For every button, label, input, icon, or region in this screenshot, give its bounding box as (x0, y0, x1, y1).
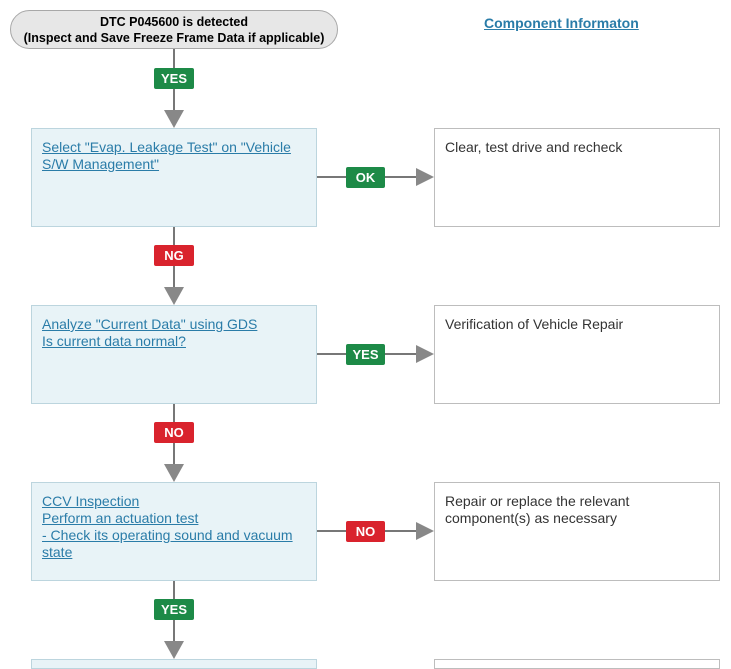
step-link-line[interactable]: state (42, 544, 306, 561)
result-clear-test-drive: Clear, test drive and recheck (434, 128, 720, 227)
arrowhead (164, 110, 184, 128)
result-repair-replace-component: Repair or replace the relevant component… (434, 482, 720, 581)
step-analyze-current-data[interactable]: Analyze "Current Data" using GDS Is curr… (31, 305, 317, 404)
step-link-line[interactable]: Select "Evap. Leakage Test" on "Vehicle (42, 139, 306, 156)
step-ccv-inspection[interactable]: CCV Inspection Perform an actuation test… (31, 482, 317, 581)
result-text: component(s) as necessary (445, 510, 617, 526)
result-verification-vehicle-repair: Verification of Vehicle Repair (434, 305, 720, 404)
arrowhead (416, 345, 434, 363)
ok-badge: OK (346, 167, 385, 188)
arrowhead (416, 168, 434, 186)
ng-badge: NG (154, 245, 194, 266)
step-link-line[interactable]: CCV Inspection (42, 493, 306, 510)
yes-badge: YES (154, 599, 194, 620)
step-link-line[interactable]: Is current data normal? (42, 333, 306, 350)
step-link-line[interactable]: Analyze "Current Data" using GDS (42, 316, 306, 333)
step-link-line[interactable]: S/W Management" (42, 156, 306, 173)
result-text: Repair or replace the relevant (445, 493, 630, 509)
yes-badge: YES (346, 344, 385, 365)
step-next-partial (31, 659, 317, 669)
start-node: DTC P045600 is detected (Inspect and Sav… (10, 10, 338, 49)
step-link-line[interactable]: - Check its operating sound and vacuum (42, 527, 306, 544)
component-information-link[interactable]: Component Informaton (484, 15, 639, 31)
result-text: Clear, test drive and recheck (445, 139, 623, 155)
result-text: Verification of Vehicle Repair (445, 316, 624, 332)
start-subtitle: (Inspect and Save Freeze Frame Data if a… (23, 30, 325, 45)
no-badge: NO (154, 422, 194, 443)
no-badge: NO (346, 521, 385, 542)
arrowhead (164, 287, 184, 305)
step-evap-leakage-test[interactable]: Select "Evap. Leakage Test" on "Vehicle … (31, 128, 317, 227)
step-link-line[interactable]: Perform an actuation test (42, 510, 306, 527)
arrowhead (416, 522, 434, 540)
result-next-partial (434, 659, 720, 669)
arrowhead (164, 641, 184, 659)
start-title: DTC P045600 is detected (100, 14, 248, 29)
yes-badge: YES (154, 68, 194, 89)
arrowhead (164, 464, 184, 482)
